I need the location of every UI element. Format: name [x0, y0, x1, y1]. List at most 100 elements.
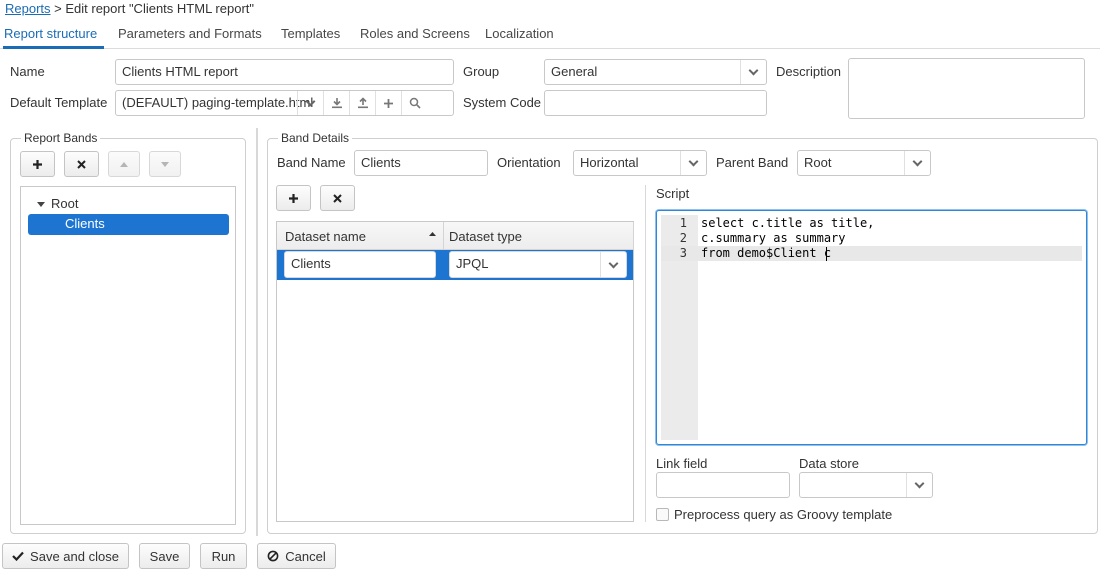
data-store-select[interactable]	[799, 472, 933, 498]
tab-roles-and-screens[interactable]: Roles and Screens	[360, 26, 470, 41]
tree-node-root[interactable]: Root	[37, 196, 78, 211]
add-band-button[interactable]	[20, 151, 55, 177]
template-download-button[interactable]	[323, 91, 349, 115]
group-select[interactable]: General	[544, 59, 767, 85]
script-label: Script	[656, 186, 690, 201]
split-panel-handle[interactable]	[645, 185, 646, 522]
breadcrumb-reports-link[interactable]: Reports	[5, 1, 51, 16]
group-select-arrow[interactable]	[740, 60, 766, 84]
description-label: Description	[776, 64, 842, 79]
run-label: Run	[211, 548, 236, 564]
template-search-button[interactable]	[401, 91, 427, 115]
download-icon	[331, 98, 342, 109]
band-name-input[interactable]: Clients	[354, 150, 488, 176]
tab-parameters-and-formats[interactable]: Parameters and Formats	[118, 26, 262, 41]
code-line[interactable]: c.summary as summary	[701, 231, 846, 245]
system-code-input[interactable]	[544, 90, 767, 116]
upload-icon	[357, 97, 368, 109]
search-icon	[409, 97, 421, 109]
save-button[interactable]: Save	[139, 543, 190, 569]
dataset-type-value: JPQL	[456, 256, 489, 271]
parent-band-select-value: Root	[804, 155, 832, 170]
remove-dataset-button[interactable]	[320, 185, 355, 211]
parent-band-select-arrow[interactable]	[904, 151, 930, 175]
move-band-down-button[interactable]	[149, 151, 181, 177]
active-tab-indicator	[3, 46, 104, 49]
split-panel-handle[interactable]	[256, 128, 258, 536]
add-dataset-button[interactable]	[276, 185, 311, 211]
chevron-down-icon	[608, 258, 619, 268]
template-upload-button[interactable]	[349, 91, 375, 115]
chevron-down-icon	[748, 65, 759, 76]
report-bands-legend: Report Bands	[21, 131, 101, 145]
tab-report-structure[interactable]: Report structure	[4, 26, 97, 41]
line-number: 3	[679, 246, 687, 260]
cancel-label: Cancel	[285, 548, 326, 564]
dataset-type-select-arrow[interactable]	[600, 252, 626, 277]
tab-templates[interactable]: Templates	[281, 26, 340, 41]
dataset-name-input[interactable]: Clients	[284, 251, 436, 278]
sort-ascending-icon	[429, 232, 436, 236]
orientation-label: Orientation	[497, 155, 561, 170]
remove-band-button[interactable]	[64, 151, 99, 177]
checkmark-icon	[12, 551, 24, 561]
default-template-label: Default Template	[10, 95, 108, 110]
tree-node-root-label: Root	[51, 196, 79, 211]
datasets-table: Dataset name Dataset type Clients JPQL	[276, 221, 634, 522]
breadcrumb: Reports > Edit report "Clients HTML repo…	[5, 1, 254, 16]
preprocess-groovy-label[interactable]: Preprocess query as Groovy template	[674, 507, 892, 522]
group-select-value: General	[551, 64, 598, 79]
code-line[interactable]: from demo$Client c	[701, 246, 831, 260]
parent-band-select[interactable]: Root	[797, 150, 931, 176]
description-textarea[interactable]	[848, 58, 1085, 119]
band-name-label: Band Name	[277, 155, 346, 170]
caret-down-icon	[161, 161, 169, 167]
close-icon	[77, 159, 86, 169]
default-template-value: (DEFAULT) paging-template.html	[122, 95, 314, 110]
template-dropdown-button[interactable]	[297, 91, 323, 115]
column-divider	[633, 222, 634, 250]
save-and-close-button[interactable]: Save and close	[2, 543, 129, 569]
column-divider[interactable]	[443, 222, 444, 250]
expand-triangle-icon[interactable]	[37, 202, 45, 208]
save-and-close-label: Save and close	[30, 548, 119, 564]
band-details-legend: Band Details	[278, 131, 353, 145]
parent-band-label: Parent Band	[716, 155, 789, 170]
cancel-button[interactable]: Cancel	[257, 543, 336, 569]
breadcrumb-separator: >	[50, 1, 66, 16]
breadcrumb-current: Edit report "Clients HTML report"	[65, 1, 254, 16]
chevron-down-icon	[688, 156, 699, 167]
name-input[interactable]: Clients HTML report	[115, 59, 454, 85]
tab-localization[interactable]: Localization	[485, 26, 554, 41]
code-line[interactable]: select c.title as title,	[701, 216, 874, 230]
chevron-down-icon	[912, 156, 923, 167]
data-store-select-arrow[interactable]	[906, 473, 932, 497]
data-store-label: Data store	[799, 456, 859, 471]
plus-icon	[33, 159, 42, 169]
name-label: Name	[10, 64, 45, 79]
band-tree[interactable]: Root Clients	[20, 186, 236, 525]
default-template-field[interactable]: (DEFAULT) paging-template.html	[115, 90, 454, 116]
template-add-button[interactable]	[375, 91, 401, 115]
link-field-label: Link field	[656, 456, 708, 471]
tab-bar: Report structure Parameters and Formats …	[0, 20, 1100, 49]
plus-icon	[384, 98, 393, 108]
script-editor[interactable]: 1 select c.title as title, 2 c.summary a…	[656, 210, 1087, 445]
plus-icon	[289, 193, 298, 203]
column-header-dataset-name[interactable]: Dataset name	[285, 229, 366, 244]
link-field-input[interactable]	[656, 472, 790, 498]
orientation-select-arrow[interactable]	[680, 151, 706, 175]
tree-node-clients-label: Clients	[65, 216, 105, 231]
orientation-select[interactable]: Horizontal	[573, 150, 707, 176]
table-row[interactable]: Clients JPQL	[277, 250, 633, 280]
tree-node-clients[interactable]: Clients	[28, 214, 229, 235]
group-label: Group	[463, 64, 500, 79]
chevron-down-icon	[914, 478, 925, 489]
move-band-up-button[interactable]	[108, 151, 140, 177]
column-header-dataset-type[interactable]: Dataset type	[449, 229, 522, 244]
preprocess-groovy-checkbox[interactable]	[656, 508, 669, 521]
dataset-type-select[interactable]: JPQL	[449, 251, 627, 278]
chevron-down-icon	[305, 96, 316, 107]
run-button[interactable]: Run	[200, 543, 247, 569]
caret-up-icon	[120, 161, 128, 167]
